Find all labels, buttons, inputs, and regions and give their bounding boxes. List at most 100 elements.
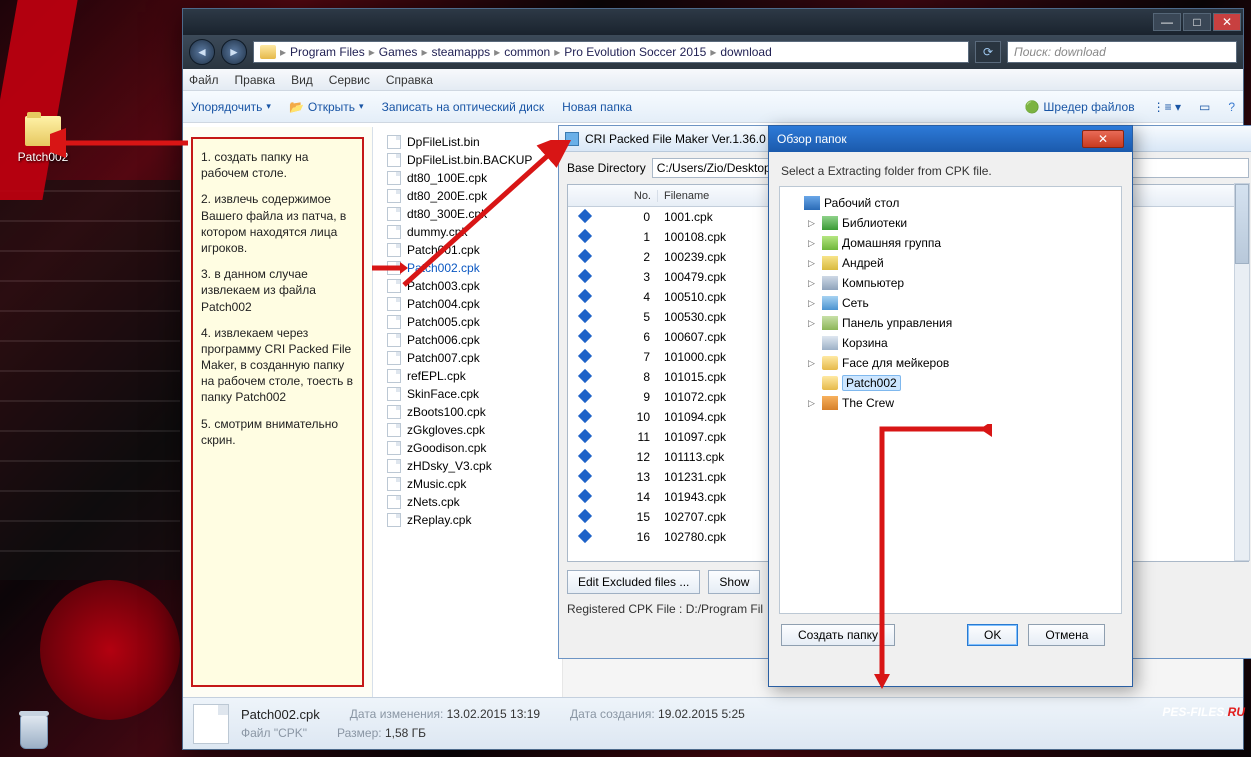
row-no: 13	[602, 470, 658, 484]
menu-file[interactable]: Файл	[189, 73, 219, 87]
breadcrumb[interactable]: steamapps	[431, 45, 490, 59]
tree-label: The Crew	[842, 396, 894, 410]
show-button[interactable]: Show	[708, 570, 760, 594]
column-no[interactable]: No.	[602, 190, 658, 202]
file-item[interactable]: Patch003.cpk	[387, 277, 558, 295]
file-item[interactable]: Patch007.cpk	[387, 349, 558, 367]
file-list[interactable]: DpFileList.binDpFileList.bin.BACKUPdt80_…	[373, 127, 563, 697]
file-item[interactable]: Patch001.cpk	[387, 241, 558, 259]
edit-excluded-button[interactable]: Edit Excluded files ...	[567, 570, 700, 594]
view-options-button[interactable]: ⋮≡ ▾	[1153, 100, 1181, 114]
expand-icon[interactable]: ▷	[808, 358, 818, 369]
search-box[interactable]: Поиск: download	[1007, 41, 1237, 63]
file-item[interactable]: dt80_100E.cpk	[387, 169, 558, 187]
breadcrumb[interactable]: common	[504, 45, 550, 59]
file-item[interactable]: DpFileList.bin	[387, 133, 558, 151]
expand-icon[interactable]: ▷	[808, 238, 818, 249]
file-item[interactable]: refEPL.cpk	[387, 367, 558, 385]
expand-icon[interactable]: ▷	[808, 258, 818, 269]
back-button[interactable]: ◄	[189, 39, 215, 65]
tree-node[interactable]: Корзина	[784, 333, 1117, 353]
refresh-button[interactable]: ⟳	[975, 41, 1001, 63]
file-item[interactable]: zBoots100.cpk	[387, 403, 558, 421]
menu-edit[interactable]: Правка	[235, 73, 276, 87]
file-item[interactable]: dummy.cpk	[387, 223, 558, 241]
file-item[interactable]: zHDsky_V3.cpk	[387, 457, 558, 475]
menu-help[interactable]: Справка	[386, 73, 433, 87]
tree-label: Домашняя группа	[842, 236, 941, 250]
ok-button[interactable]: OK	[967, 624, 1018, 646]
file-item[interactable]: Patch006.cpk	[387, 331, 558, 349]
diamond-icon	[578, 449, 592, 463]
tree-label: Библиотеки	[842, 216, 907, 230]
tree-icon	[822, 296, 838, 310]
instruction-overlay: 1. создать папку на рабочем столе. 2. из…	[191, 137, 364, 687]
tree-icon	[822, 216, 838, 230]
file-item[interactable]: zGoodison.cpk	[387, 439, 558, 457]
file-item[interactable]: dt80_200E.cpk	[387, 187, 558, 205]
tree-node[interactable]: ▷Андрей	[784, 253, 1117, 273]
scrollbar-thumb[interactable]	[1235, 184, 1249, 264]
close-button[interactable]: ✕	[1213, 13, 1241, 31]
create-folder-button[interactable]: Создать папку	[781, 624, 895, 646]
file-item[interactable]: Patch002.cpk	[387, 259, 558, 277]
tree-node[interactable]: ▷ Библиотеки	[784, 213, 1117, 233]
cancel-button[interactable]: Отмена	[1028, 624, 1105, 646]
file-name: dt80_300E.cpk	[407, 207, 487, 221]
file-item[interactable]: zReplay.cpk	[387, 511, 558, 529]
forward-button[interactable]: ►	[221, 39, 247, 65]
file-item[interactable]: Patch004.cpk	[387, 295, 558, 313]
folder-tree[interactable]: Рабочий стол▷Библиотеки▷Домашняя группа▷…	[779, 186, 1122, 614]
tree-icon	[822, 376, 838, 390]
recycle-bin[interactable]	[14, 715, 54, 749]
minimize-button[interactable]: —	[1153, 13, 1181, 31]
file-item[interactable]: Patch005.cpk	[387, 313, 558, 331]
instruction-step: 3. в данном случае извлекаем из файла Pa…	[201, 266, 354, 315]
menu-view[interactable]: Вид	[291, 73, 313, 87]
tree-node[interactable]: ▷Face для мейкеров	[784, 353, 1117, 373]
desktop-folder[interactable]: Patch002	[8, 116, 78, 164]
burn-button[interactable]: Записать на оптический диск	[382, 100, 545, 114]
file-item[interactable]: SkinFace.cpk	[387, 385, 558, 403]
address-bar[interactable]: ▸ Program Files▸ Games▸ steamapps▸ commo…	[253, 41, 969, 63]
row-no: 16	[602, 530, 658, 544]
scrollbar[interactable]	[1234, 183, 1250, 561]
tree-node[interactable]: ▷ The Crew	[784, 393, 1117, 413]
expand-icon[interactable]: ▷	[808, 298, 818, 309]
file-item[interactable]: zMusic.cpk	[387, 475, 558, 493]
tree-node[interactable]: ▷Панель управления	[784, 313, 1117, 333]
dialog-close-button[interactable]: ✕	[1082, 130, 1124, 148]
file-item[interactable]: zGkgloves.cpk	[387, 421, 558, 439]
tree-node[interactable]: ▷Сеть	[784, 293, 1117, 313]
maximize-button[interactable]: □	[1183, 13, 1211, 31]
expand-icon[interactable]: ▷	[808, 278, 818, 289]
expand-icon[interactable]: ▷	[808, 398, 818, 409]
tree-label: Корзина	[842, 336, 888, 350]
breadcrumb[interactable]: download	[720, 45, 771, 59]
tree-node[interactable]: ▷Компьютер	[784, 273, 1117, 293]
file-item[interactable]: zNets.cpk	[387, 493, 558, 511]
expand-icon[interactable]: ▷	[808, 218, 818, 229]
preview-pane-button[interactable]: ▭	[1199, 100, 1210, 114]
file-item[interactable]: DpFileList.bin.BACKUP	[387, 151, 558, 169]
window-titlebar[interactable]: — □ ✕	[183, 9, 1243, 35]
shredder-button[interactable]: 🟢 Шредер файлов	[1024, 100, 1134, 114]
breadcrumb[interactable]: Games	[379, 45, 418, 59]
tree-icon	[822, 256, 838, 270]
tree-node[interactable]: Рабочий стол	[784, 193, 1117, 213]
help-button[interactable]: ?	[1228, 100, 1235, 114]
row-no: 4	[602, 290, 658, 304]
file-icon	[387, 207, 401, 221]
folder-icon	[260, 45, 276, 59]
dialog-titlebar[interactable]: Обзор папок ✕	[769, 126, 1132, 152]
organize-button[interactable]: Упорядочить	[191, 100, 271, 114]
file-item[interactable]: dt80_300E.cpk	[387, 205, 558, 223]
breadcrumb[interactable]: Program Files	[290, 45, 365, 59]
expand-icon[interactable]: ▷	[808, 318, 818, 329]
tree-node[interactable]: Patch002	[784, 373, 1117, 393]
open-button[interactable]: 📂 Открыть	[289, 100, 364, 114]
menu-service[interactable]: Сервис	[329, 73, 370, 87]
tree-node[interactable]: ▷ Домашняя группа	[784, 233, 1117, 253]
new-folder-button[interactable]: Новая папка	[562, 100, 632, 114]
breadcrumb[interactable]: Pro Evolution Soccer 2015	[564, 45, 706, 59]
